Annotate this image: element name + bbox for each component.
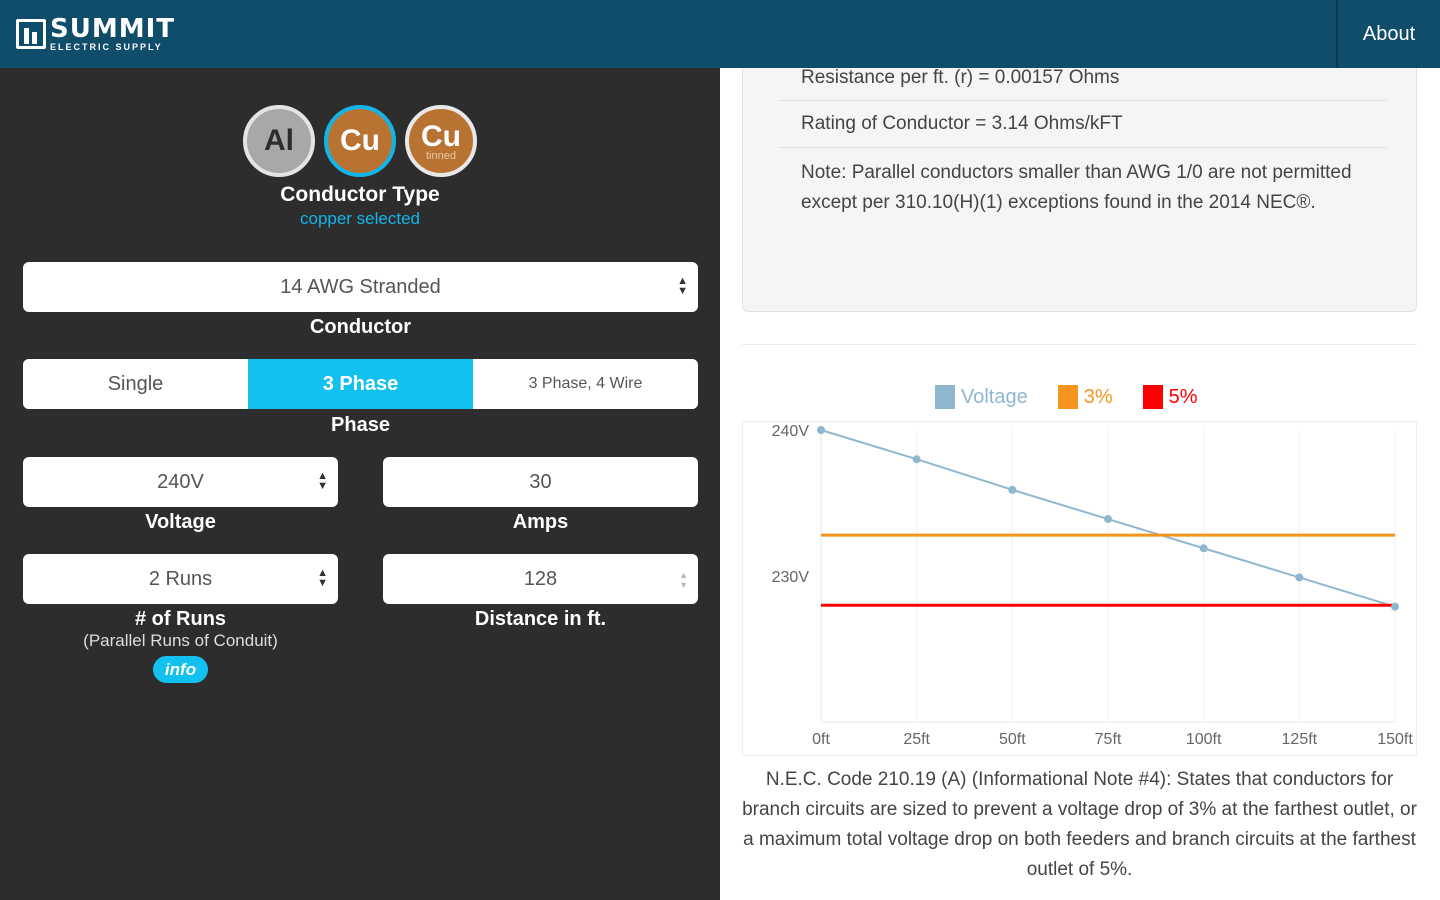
- conductor-type-status: copper selected: [299, 209, 421, 228]
- distance-input[interactable]: 128 ▲ ▼: [383, 554, 698, 604]
- amps-input[interactable]: 30: [383, 457, 698, 507]
- legend-5pct[interactable]: 5%: [1142, 385, 1198, 409]
- voltage-drop-chart: 240V 230V 0ft 25ft 50ft 75ft 100ft 125ft 150ft: [742, 421, 1417, 756]
- x-tick-label: 150ft: [1377, 731, 1413, 748]
- x-tick-label: 100ft: [1186, 731, 1222, 748]
- voltage-data-point: [1295, 573, 1304, 582]
- chart-legend: Voltage 3% 5%: [935, 385, 1228, 409]
- copper-option[interactable]: Cu: [324, 105, 396, 177]
- select-arrows-icon: ▲ ▼: [317, 470, 328, 492]
- results-panel: Resistance per ft. (r) = 0.00157 Ohms Ra…: [720, 68, 1440, 900]
- legend-5pct-label: 5%: [1168, 385, 1198, 408]
- voltage-select[interactable]: 240V ▲ ▼: [23, 457, 338, 507]
- results-well: Resistance per ft. (r) = 0.00157 Ohms Ra…: [742, 68, 1417, 312]
- x-tick-label: 75ft: [1095, 731, 1122, 748]
- select-arrows-icon: ▲ ▼: [677, 275, 688, 297]
- voltage-data-point: [1104, 515, 1112, 524]
- legend-3pct-swatch: [1057, 385, 1078, 409]
- y-tick-label: 240V: [772, 423, 810, 440]
- x-tick-label: 50ft: [999, 731, 1026, 748]
- tinned-copper-sub: tinned: [426, 150, 456, 162]
- nec-code-note: N.E.C. Code 210.19 (A) (Informational No…: [742, 769, 1417, 880]
- voltage-data-point: [1008, 485, 1017, 494]
- runs-label: # of Runs: [134, 608, 227, 630]
- voltage-select-value: 240V: [157, 470, 204, 493]
- distance-label: Distance in ft.: [474, 608, 607, 630]
- conductor-type-label: Conductor Type: [280, 183, 440, 206]
- legend-voltage-label: Voltage: [961, 385, 1028, 408]
- divider: [742, 344, 1417, 345]
- x-tick-label: 125ft: [1282, 731, 1318, 748]
- runs-info-button[interactable]: info: [153, 656, 208, 683]
- phase-single-button[interactable]: Single: [23, 359, 248, 409]
- select-arrows-icon: ▲ ▼: [317, 567, 328, 589]
- y-tick-label: 230V: [772, 569, 810, 586]
- legend-voltage[interactable]: Voltage: [935, 385, 1028, 409]
- legend-5pct-swatch: [1142, 385, 1163, 409]
- legend-3pct[interactable]: 3%: [1057, 385, 1113, 409]
- phase-three-four-wire-button[interactable]: 3 Phase, 4 Wire: [473, 359, 698, 409]
- phase-three-button[interactable]: 3 Phase: [248, 359, 473, 409]
- summit-logo[interactable]: SUMMIT ELECTRIC SUPPLY: [16, 12, 175, 56]
- aluminum-option[interactable]: Al: [243, 105, 315, 177]
- amps-input-value: 30: [529, 470, 552, 493]
- distance-input-value: 128: [523, 567, 558, 590]
- app-header: SUMMIT ELECTRIC SUPPLY About: [0, 0, 1440, 68]
- copper-symbol: Cu: [340, 124, 380, 157]
- runs-select[interactable]: 2 Runs ▲ ▼: [23, 554, 338, 604]
- tinned-copper-symbol: Cu: [421, 120, 461, 153]
- runs-note: (Parallel Runs of Conduit): [83, 631, 278, 650]
- conductor-select[interactable]: 14 AWG Stranded ▲ ▼: [23, 262, 698, 312]
- logo-name: SUMMIT: [50, 14, 175, 44]
- voltage-data-point: [1391, 602, 1399, 611]
- runs-select-value: 2 Runs: [148, 567, 213, 590]
- spinner-arrows-icon[interactable]: ▲ ▼: [679, 570, 688, 590]
- phase-toggle-group: Single 3 Phase 3 Phase, 4 Wire: [23, 359, 698, 409]
- rating-text: Rating of Conductor = 3.14 Ohms/kFT: [801, 113, 1123, 134]
- calculator-input-panel: Al Cu Cu tinned Conductor Type copper se…: [0, 68, 720, 900]
- voltage-label: Voltage: [145, 511, 216, 533]
- summit-logo-icon: [16, 19, 46, 49]
- legend-3pct-label: 3%: [1083, 385, 1113, 408]
- voltage-data-point: [817, 426, 825, 434]
- x-tick-label: 0ft: [812, 731, 830, 748]
- voltage-data-point: [912, 455, 921, 464]
- parallel-note: Note: Parallel conductors smaller than A…: [801, 162, 1352, 213]
- conductor-select-value: 14 AWG Stranded: [280, 275, 441, 298]
- chart-svg: 240V 230V 0ft 25ft 50ft 75ft 100ft 125ft 150ft: [772, 423, 1414, 748]
- tinned-copper-option[interactable]: Cu tinned: [405, 105, 477, 177]
- rating-result: Rating of Conductor = 3.14 Ohms/kFT: [779, 101, 1387, 148]
- legend-voltage-swatch: [935, 385, 955, 409]
- about-link[interactable]: About: [1338, 0, 1440, 68]
- voltage-data-point: [1199, 544, 1208, 553]
- amps-label: Amps: [512, 511, 569, 533]
- conductor-label: Conductor: [309, 316, 412, 338]
- resistance-text: Resistance per ft. (r) = 0.00157 Ohms: [801, 67, 1120, 88]
- phase-label: Phase: [331, 414, 390, 436]
- x-tick-label: 25ft: [903, 731, 930, 748]
- aluminum-symbol: Al: [264, 124, 294, 157]
- logo-subtitle: ELECTRIC SUPPLY: [50, 42, 163, 52]
- resistance-result: Resistance per ft. (r) = 0.00157 Ohms: [779, 68, 1387, 101]
